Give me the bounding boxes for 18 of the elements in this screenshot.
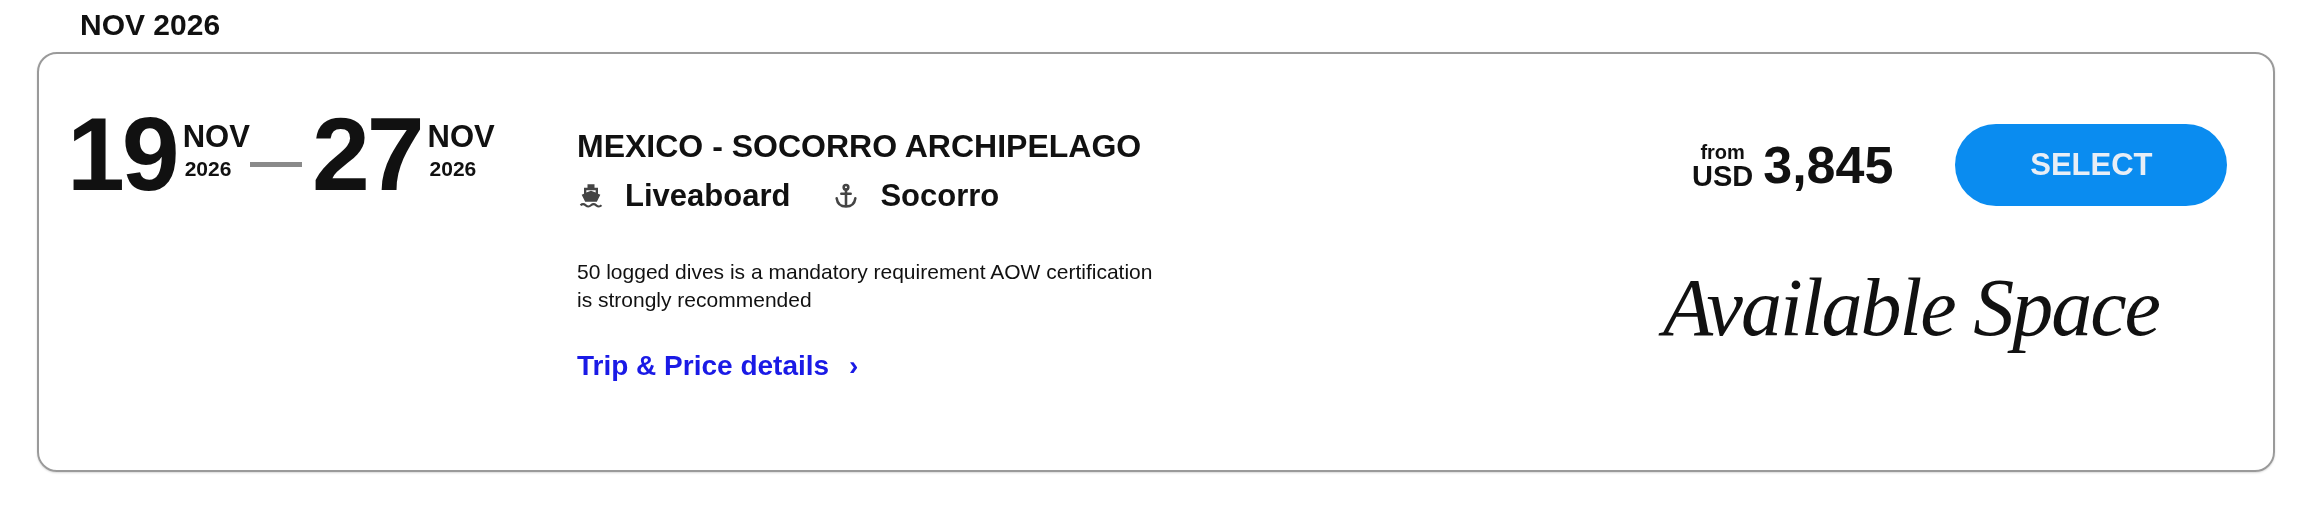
tag-label: Socorro	[880, 178, 1000, 214]
end-year: 2026	[429, 156, 478, 182]
end-day: 27	[311, 104, 422, 204]
price-currency: USD	[1692, 162, 1754, 191]
start-month: NOV	[182, 120, 250, 154]
availability-label: Available Space	[1657, 258, 2173, 358]
price-amount: 3,845	[1763, 139, 1894, 191]
tag-label: Liveaboard	[625, 178, 791, 214]
start-year: 2026	[184, 156, 233, 182]
trip-note: 50 logged dives is a mandatory requirement AOW certification is strongly recommended	[577, 259, 1154, 313]
trip-title: MEXICO - SOCORRO ARCHIPELAGO	[577, 127, 1142, 166]
start-day: 19	[67, 104, 177, 204]
date-range-dash	[249, 162, 302, 167]
trip-details-link[interactable]: Trip & Price details ›	[577, 350, 859, 382]
end-month: NOV	[427, 120, 495, 154]
price-prefix: from	[1700, 142, 1745, 162]
ship-icon	[577, 182, 605, 210]
month-heading: NOV 2026	[80, 7, 221, 43]
